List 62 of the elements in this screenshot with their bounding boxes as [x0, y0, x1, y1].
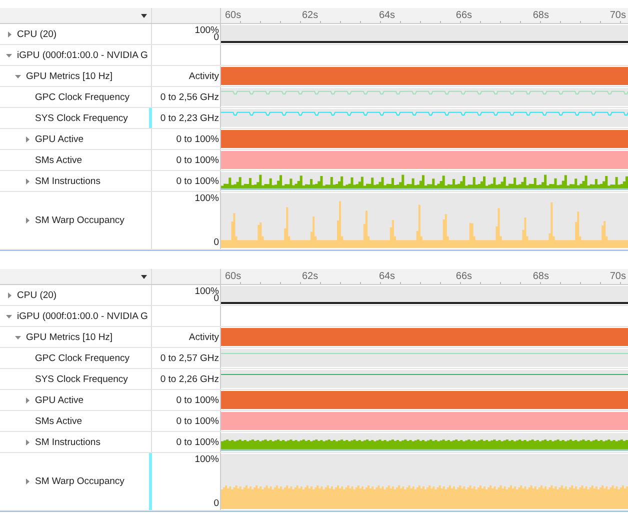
range-label: 100% [194, 193, 219, 204]
expander-icon[interactable] [15, 72, 22, 80]
range-label: 0 to 2,26 GHz [160, 374, 220, 384]
range-label: 0 to 100% [176, 134, 220, 144]
expander-icon[interactable] [15, 334, 22, 340]
range-label: 0 to 100% [176, 154, 220, 166]
row-label: SMs Active [35, 416, 82, 426]
time-label: 60s [225, 10, 242, 21]
time-label: 68s [532, 10, 549, 21]
range-label: 0 [214, 293, 219, 304]
range-label: 0 to 100% [176, 176, 220, 186]
row-label: SM Instructions [35, 436, 100, 448]
caret-icon [141, 14, 147, 18]
row-label: GPU Metrics [10 Hz] [26, 332, 113, 342]
range-label: 0 to 2,56 GHz [160, 92, 220, 102]
expander-icon[interactable] [24, 478, 31, 485]
time-label: 60s [225, 271, 242, 282]
row-label: GPC Clock Frequency [35, 92, 130, 102]
row-label: SMs Active [35, 154, 82, 166]
range-label: 0 to 100% [176, 436, 220, 448]
row-label: SM Warp Occupancy [35, 215, 124, 226]
row-label: SYS Clock Frequency [35, 374, 128, 384]
row-label: GPU Active [35, 134, 84, 144]
expander-icon[interactable] [6, 52, 13, 58]
range-label: 0 [214, 237, 219, 248]
range-label: 0 [214, 32, 219, 43]
expander-icon[interactable] [24, 178, 31, 184]
expander-icon[interactable] [24, 438, 31, 446]
row-label: CPU (20) [17, 290, 57, 300]
time-label: 68s [532, 271, 549, 282]
time-label: 70s [610, 10, 626, 21]
range-label: 0 to 2,57 GHz [160, 352, 220, 364]
range-label: 0 to 100% [176, 394, 220, 406]
expander-icon[interactable] [24, 136, 31, 142]
time-label: 62s [302, 271, 318, 282]
row-label: iGPU (000f:01:00.0 - NVIDIA G [17, 50, 148, 60]
row-label: CPU (20) [17, 28, 57, 40]
expander-icon[interactable] [6, 312, 13, 320]
expander-icon[interactable] [6, 292, 13, 298]
time-label: 70s [610, 271, 626, 282]
time-label: 66s [456, 271, 472, 282]
time-label: 66s [456, 10, 472, 21]
expander-icon[interactable] [24, 217, 31, 224]
range-label: Activity [188, 70, 220, 82]
row-label: SYS Clock Frequency [35, 112, 128, 124]
row-label: iGPU (000f:01:00.0 - NVIDIA G [17, 310, 148, 322]
range-label: 0 to 2,23 GHz [160, 112, 220, 124]
row-label: SM Warp Occupancy [35, 476, 124, 487]
range-label: 0 [214, 498, 219, 509]
row-label: GPU Metrics [10 Hz] [26, 70, 113, 82]
row-label: GPC Clock Frequency [35, 352, 130, 364]
range-label: 100% [194, 454, 219, 465]
expander-icon[interactable] [6, 30, 13, 38]
row-label: SM Instructions [35, 176, 100, 186]
time-label: 62s [302, 10, 318, 21]
range-label: 0 to 100% [176, 416, 220, 426]
time-label: 64s [378, 271, 396, 282]
caret-icon [141, 274, 147, 278]
range-label: Activity [188, 332, 220, 342]
expander-icon[interactable] [24, 396, 31, 404]
row-label: GPU Active [35, 394, 84, 406]
time-label: 64s [378, 10, 396, 21]
